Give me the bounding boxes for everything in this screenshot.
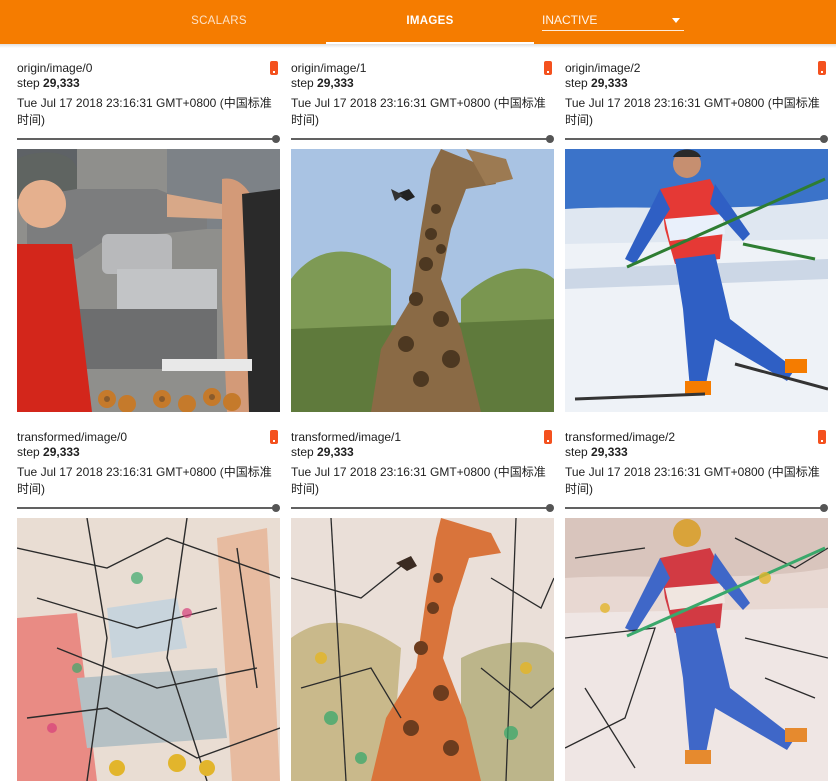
slider-track (565, 507, 824, 509)
step-value: 29,333 (591, 445, 628, 459)
step-slider[interactable] (291, 503, 554, 513)
stylized-giraffe-image (291, 518, 554, 781)
step-info: step 29,333 (291, 445, 354, 459)
run-color-badge[interactable] (818, 61, 826, 75)
slider-knob[interactable] (820, 135, 828, 143)
slider-knob[interactable] (272, 504, 280, 512)
top-nav-bar: SCALARS IMAGES INACTIVE (0, 0, 836, 44)
step-slider[interactable] (17, 134, 280, 144)
wall-time: Tue Jul 17 2018 23:16:31 GMT+0800 (中国标准时… (565, 96, 820, 127)
step-info: step 29,333 (17, 76, 80, 90)
run-color-badge[interactable] (818, 430, 826, 444)
inactive-runs-dropdown-value: INACTIVE (542, 13, 598, 27)
step-slider[interactable] (17, 503, 280, 513)
stylized-skier-image (565, 518, 828, 781)
chevron-down-icon (672, 18, 680, 23)
step-slider[interactable] (291, 134, 554, 144)
slider-knob[interactable] (272, 135, 280, 143)
run-color-badge[interactable] (270, 430, 278, 444)
run-color-badge[interactable] (544, 61, 552, 75)
slider-track (291, 138, 550, 140)
image-tag-name: transformed/image/1 (291, 430, 402, 444)
step-slider[interactable] (565, 134, 828, 144)
step-value: 29,333 (317, 76, 354, 90)
step-info: step 29,333 (17, 445, 80, 459)
step-value: 29,333 (43, 445, 80, 459)
topbar-shadow (0, 44, 836, 48)
wall-time: Tue Jul 17 2018 23:16:31 GMT+0800 (中国标准时… (291, 465, 546, 496)
slider-knob[interactable] (546, 504, 554, 512)
giraffe-image (291, 149, 554, 412)
step-label: step (291, 76, 314, 90)
tab-scalars[interactable]: SCALARS (160, 0, 278, 44)
wall-time: Tue Jul 17 2018 23:16:31 GMT+0800 (中国标准时… (565, 465, 820, 496)
slider-knob[interactable] (820, 504, 828, 512)
run-color-badge[interactable] (270, 61, 278, 75)
slider-track (565, 138, 824, 140)
tab-images[interactable]: IMAGES (326, 0, 534, 44)
image-tag-name: transformed/image/2 (565, 430, 676, 444)
image-tag-name: origin/image/1 (291, 61, 367, 75)
step-label: step (565, 445, 588, 459)
step-value: 29,333 (591, 76, 628, 90)
step-value: 29,333 (43, 76, 80, 90)
step-label: step (17, 76, 40, 90)
donut-vendor-image (17, 149, 280, 412)
image-tag-name: transformed/image/0 (17, 430, 128, 444)
image-tag-name: origin/image/2 (565, 61, 641, 75)
step-value: 29,333 (317, 445, 354, 459)
inactive-runs-dropdown[interactable]: INACTIVE (542, 10, 684, 31)
step-label: step (17, 445, 40, 459)
step-info: step 29,333 (565, 445, 628, 459)
slider-track (291, 507, 550, 509)
wall-time: Tue Jul 17 2018 23:16:31 GMT+0800 (中国标准时… (291, 96, 546, 127)
slider-track (17, 138, 276, 140)
step-label: step (565, 76, 588, 90)
slider-knob[interactable] (546, 135, 554, 143)
skier-image (565, 149, 828, 412)
step-info: step 29,333 (565, 76, 628, 90)
tab-images-label: IMAGES (406, 15, 454, 27)
wall-time: Tue Jul 17 2018 23:16:31 GMT+0800 (中国标准时… (17, 96, 272, 127)
image-tag-name: origin/image/0 (17, 61, 93, 75)
step-info: step 29,333 (291, 76, 354, 90)
run-color-badge[interactable] (544, 430, 552, 444)
step-slider[interactable] (565, 503, 828, 513)
slider-track (17, 507, 276, 509)
stylized-donut-vendor-image (17, 518, 280, 781)
wall-time: Tue Jul 17 2018 23:16:31 GMT+0800 (中国标准时… (17, 465, 272, 496)
step-label: step (291, 445, 314, 459)
